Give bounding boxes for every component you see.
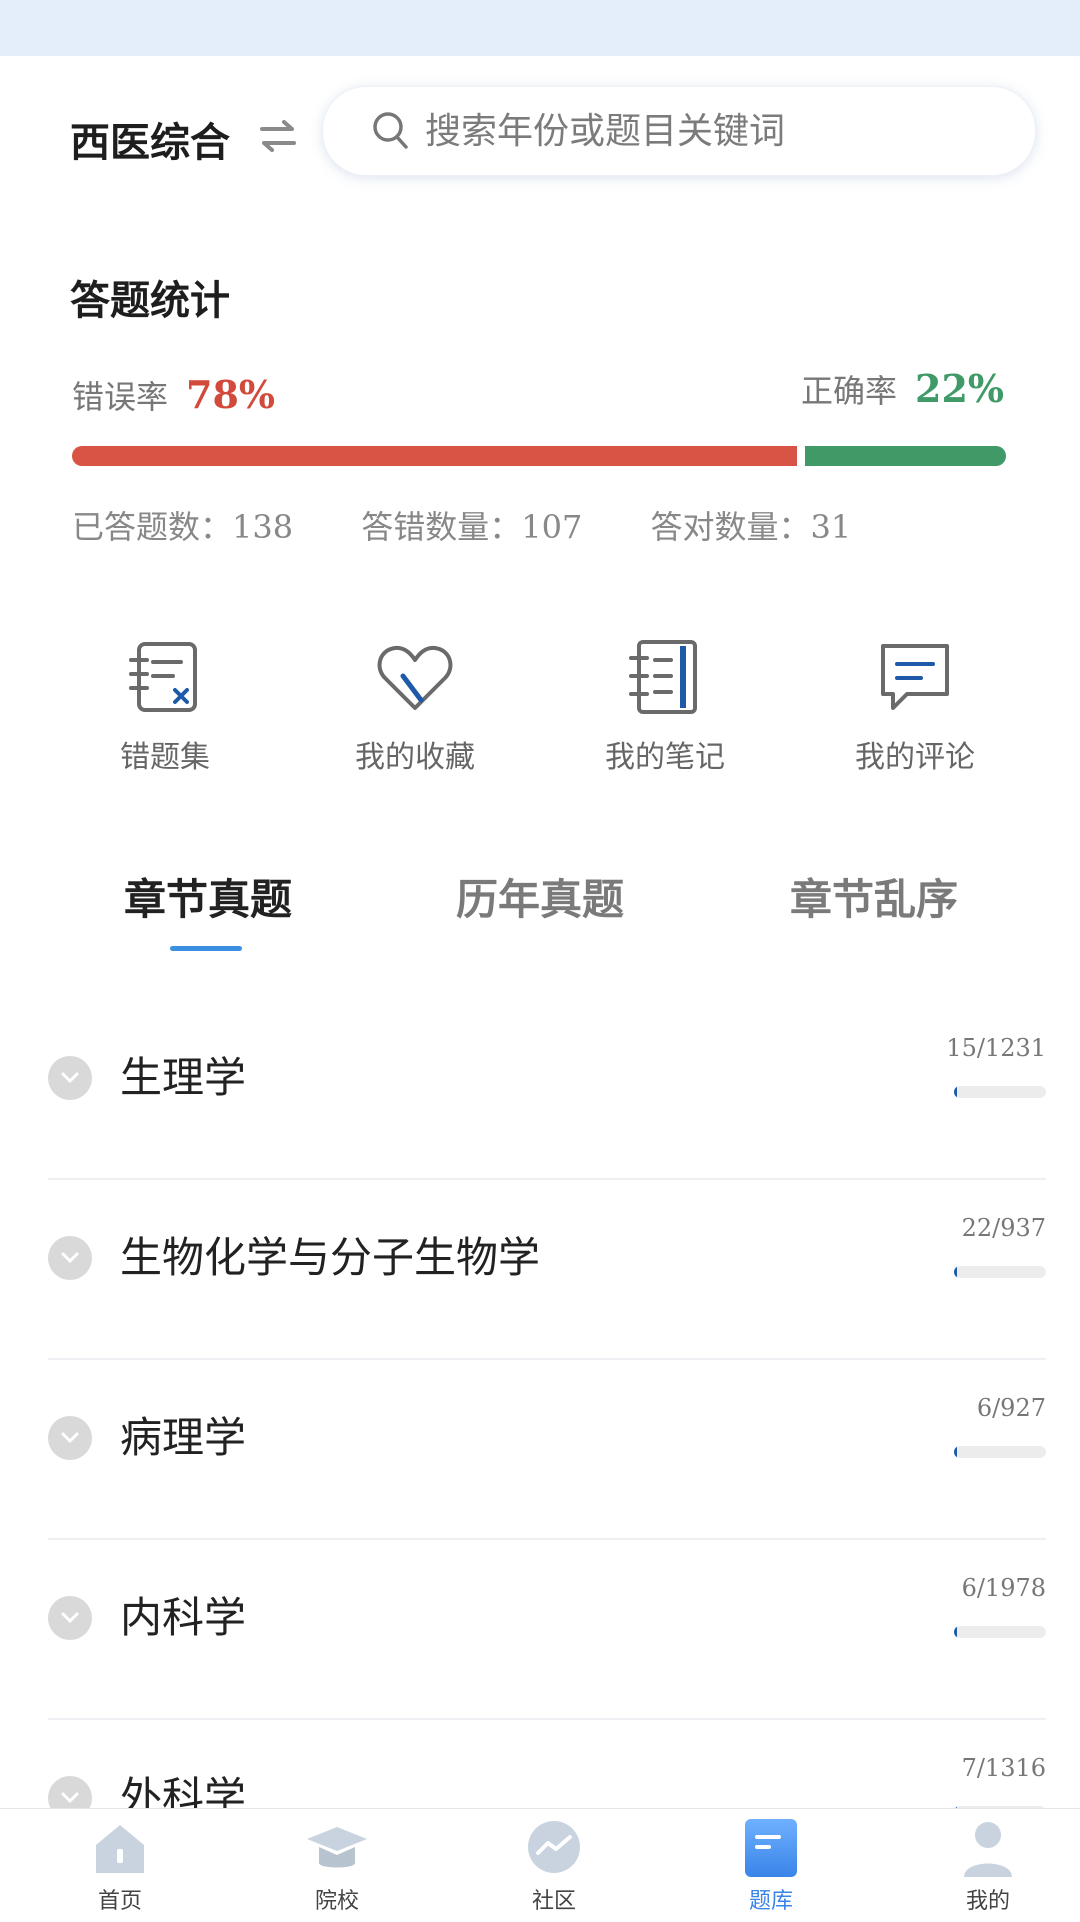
tabbar-label: 社区 bbox=[531, 1889, 576, 1914]
shortcut-favorites[interactable]: 我的收藏 bbox=[290, 636, 540, 786]
notebook-icon bbox=[629, 640, 697, 714]
wrong-rate-label: 错误率 bbox=[72, 378, 169, 416]
wrong-count: 答错数量：107 bbox=[361, 508, 582, 546]
chapter-progress-bar bbox=[954, 1266, 1046, 1278]
chapter-progress-text: 7/1316 bbox=[961, 1754, 1046, 1782]
shortcut-notes[interactable]: 我的笔记 bbox=[540, 636, 790, 786]
chapter-progress-fill bbox=[954, 1626, 957, 1638]
tabbar-home[interactable]: 首页 bbox=[50, 1817, 190, 1915]
question-tabs: 章节真题 历年真题 章节乱序 bbox=[0, 850, 1080, 960]
wrong-count-label: 答错数量： bbox=[361, 508, 522, 546]
home-icon bbox=[96, 1825, 144, 1873]
question-bank-icon bbox=[745, 1819, 797, 1877]
answer-counts: 已答题数：138 答错数量：107 答对数量：31 bbox=[72, 502, 1022, 548]
tabbar-schools[interactable]: 院校 bbox=[267, 1817, 407, 1915]
chapter-progress-fill bbox=[954, 1446, 957, 1458]
stats-title: 答题统计 bbox=[70, 278, 230, 324]
bottom-tab-bar: 首页 院校 社区 题库 我的 bbox=[0, 1808, 1080, 1922]
top-band bbox=[0, 0, 1080, 56]
tabbar-question-bank[interactable]: 题库 bbox=[701, 1817, 841, 1915]
tabbar-profile[interactable]: 我的 bbox=[918, 1817, 1058, 1915]
tabbar-label: 院校 bbox=[314, 1889, 359, 1914]
chapter-progress-text: 6/1978 bbox=[961, 1574, 1046, 1602]
tab-chapter-questions[interactable]: 章节真题 bbox=[124, 866, 292, 927]
search-input[interactable] bbox=[423, 105, 987, 157]
right-count-value: 31 bbox=[810, 508, 852, 546]
chapter-row[interactable]: 病理学 6/927 bbox=[48, 1360, 1046, 1540]
answered-count-label: 已答题数： bbox=[72, 508, 233, 546]
right-rate: 正确率 22% bbox=[801, 366, 1004, 412]
tab-chapter-shuffle[interactable]: 章节乱序 bbox=[790, 866, 958, 927]
chevron-down-icon[interactable] bbox=[48, 1596, 92, 1640]
community-icon bbox=[528, 1821, 580, 1873]
profile-icon bbox=[964, 1822, 1012, 1877]
wrong-set-icon bbox=[129, 642, 197, 712]
chapter-name: 生理学 bbox=[120, 1053, 247, 1102]
shortcut-wrong-set[interactable]: 错题集 bbox=[40, 636, 290, 786]
chapter-progress-bar bbox=[954, 1446, 1046, 1458]
chapter-progress-bar bbox=[954, 1086, 1046, 1098]
tabbar-community[interactable]: 社区 bbox=[484, 1817, 624, 1915]
chevron-down-icon[interactable] bbox=[48, 1416, 92, 1460]
tab-past-years[interactable]: 历年真题 bbox=[456, 866, 624, 927]
shortcut-comments[interactable]: 我的评论 bbox=[790, 636, 1040, 786]
active-tab-indicator bbox=[170, 946, 242, 951]
chapter-progress-bar bbox=[954, 1626, 1046, 1638]
wrong-rate: 错误率 78% bbox=[72, 372, 275, 418]
chapter-row[interactable]: 生物化学与分子生物学 22/937 bbox=[48, 1180, 1046, 1360]
chevron-down-icon[interactable] bbox=[48, 1236, 92, 1280]
header: 西医综合 bbox=[0, 80, 1080, 190]
chapter-progress-text: 6/927 bbox=[976, 1394, 1046, 1422]
tabbar-label: 我的 bbox=[965, 1889, 1010, 1914]
chapter-name: 生物化学与分子生物学 bbox=[120, 1233, 541, 1282]
chapter-row[interactable]: 内科学 6/1978 bbox=[48, 1540, 1046, 1720]
shortcut-label: 我的评论 bbox=[855, 740, 975, 775]
chevron-down-icon[interactable] bbox=[48, 1056, 92, 1100]
tabbar-label: 首页 bbox=[97, 1889, 142, 1914]
right-rate-value: 22% bbox=[915, 366, 1004, 411]
chapter-progress-fill bbox=[954, 1086, 957, 1098]
chapter-progress-fill bbox=[954, 1266, 957, 1278]
chapter-name: 内科学 bbox=[120, 1593, 247, 1642]
shortcut-row: 错题集 我的收藏 我的笔记 我的评论 bbox=[40, 636, 1040, 786]
graduation-cap-icon bbox=[307, 1827, 367, 1868]
comment-icon bbox=[881, 644, 949, 710]
wrong-bar-segment bbox=[72, 446, 797, 466]
shortcut-label: 我的收藏 bbox=[355, 740, 475, 775]
swap-icon[interactable] bbox=[258, 116, 298, 156]
chapter-progress-text: 22/937 bbox=[961, 1214, 1046, 1242]
tabbar-label: 题库 bbox=[748, 1889, 793, 1914]
chapter-progress-text: 15/1231 bbox=[946, 1034, 1046, 1062]
shortcut-label: 我的笔记 bbox=[605, 740, 725, 775]
right-count-label: 答对数量： bbox=[650, 508, 811, 546]
subject-selector[interactable]: 西医综合 bbox=[70, 110, 230, 168]
search-box[interactable] bbox=[322, 86, 1036, 176]
shortcut-label: 错题集 bbox=[120, 740, 210, 775]
chapter-row[interactable]: 生理学 15/1231 bbox=[48, 1000, 1046, 1180]
answered-count-value: 138 bbox=[232, 508, 294, 546]
right-rate-label: 正确率 bbox=[800, 372, 897, 410]
chapter-name: 病理学 bbox=[120, 1413, 247, 1462]
right-bar-segment bbox=[805, 446, 1006, 466]
wrong-rate-value: 78% bbox=[186, 372, 276, 417]
favorite-heart-icon bbox=[377, 645, 453, 710]
wrong-count-value: 107 bbox=[521, 508, 583, 546]
answered-count: 已答题数：138 bbox=[72, 508, 293, 546]
accuracy-bar bbox=[72, 446, 1006, 466]
search-icon bbox=[373, 112, 408, 149]
right-count: 答对数量：31 bbox=[651, 508, 852, 546]
